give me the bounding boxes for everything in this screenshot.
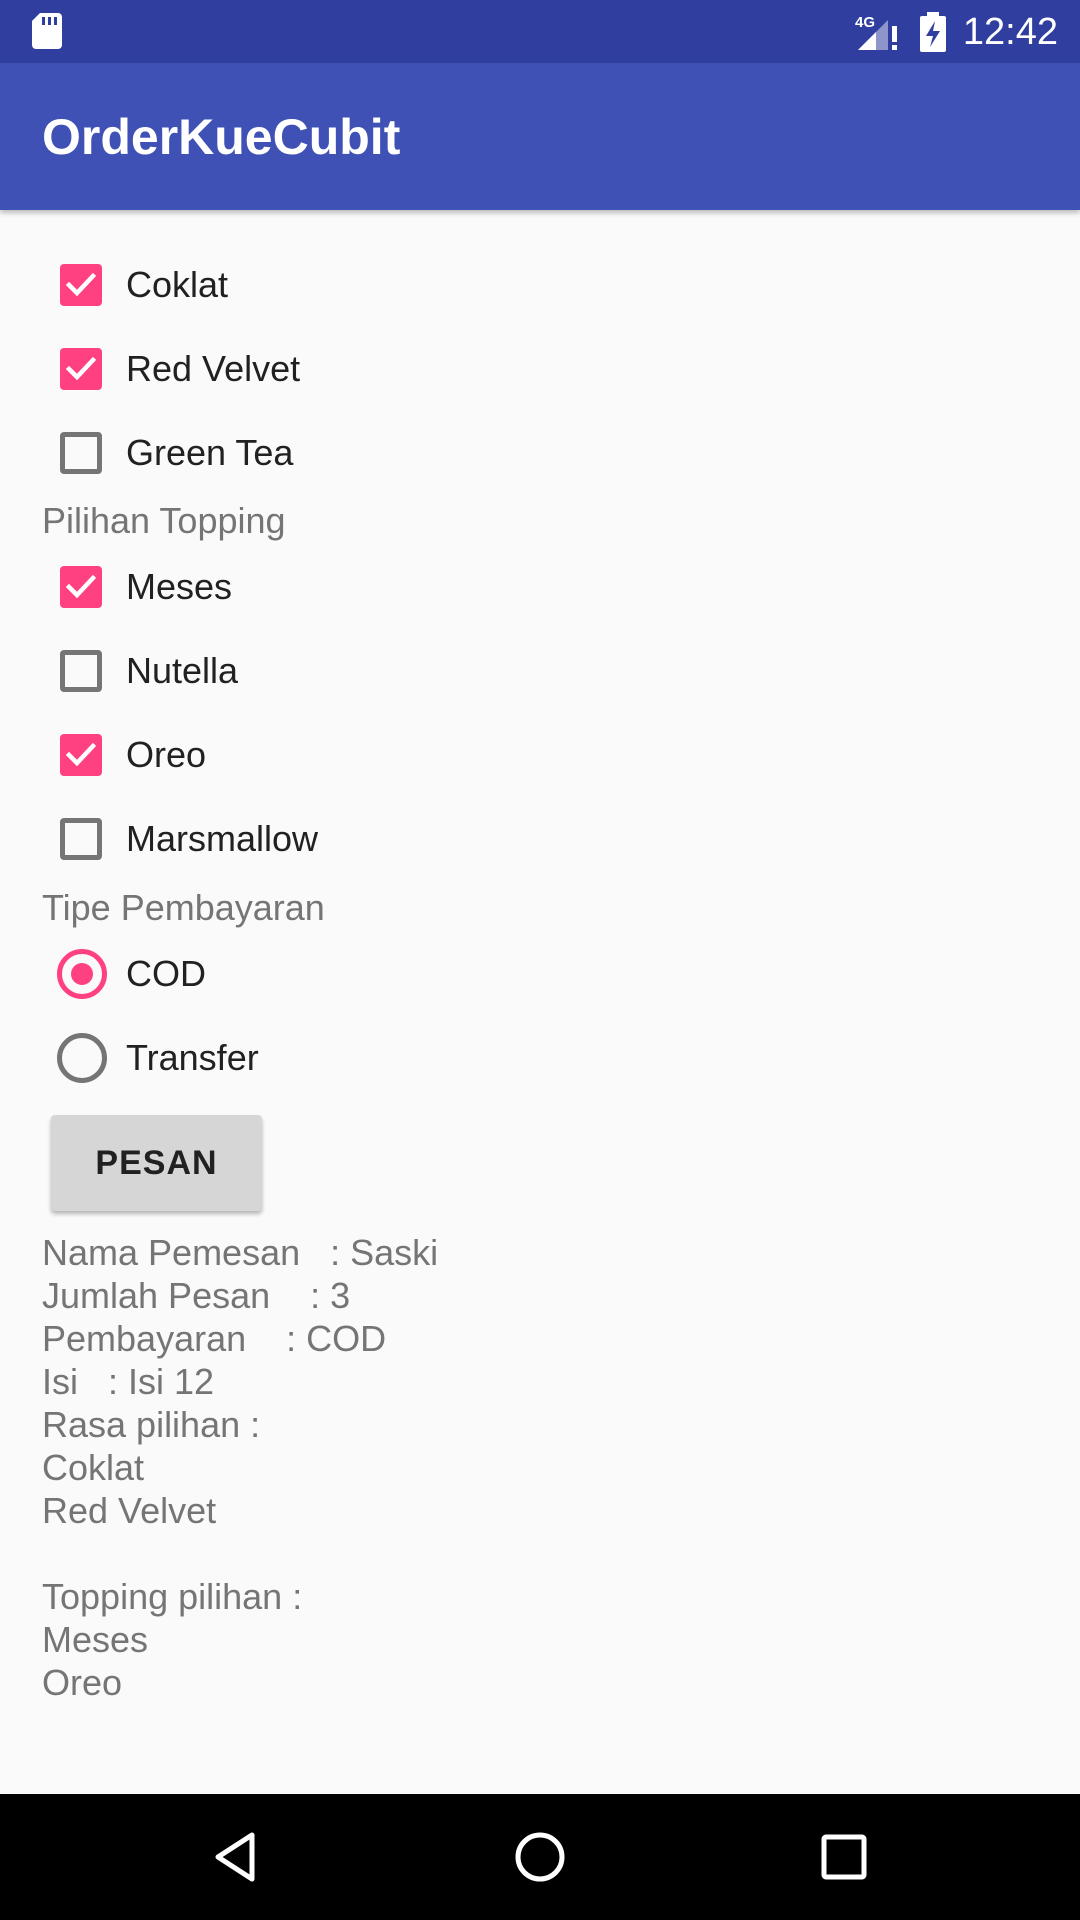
pesan-button[interactable]: PESAN <box>51 1115 262 1211</box>
summary-line: Rasa pilihan : <box>42 1404 261 1445</box>
back-icon[interactable] <box>206 1827 266 1887</box>
payment-label: Transfer <box>126 1037 259 1078</box>
flavor-checkbox-red-velvet[interactable]: Red Velvet <box>42 327 642 411</box>
checkbox-unchecked-icon <box>60 818 102 860</box>
summary-line: Pembayaran : COD <box>42 1318 387 1359</box>
topping-checkbox-marsmallow[interactable]: Marsmallow <box>42 797 642 881</box>
topping-label: Oreo <box>126 734 207 775</box>
flavor-label: Red Velvet <box>126 348 301 389</box>
topping-checkbox-oreo[interactable]: Oreo <box>42 713 642 797</box>
payment-section-label: Tipe Pembayaran <box>42 887 325 928</box>
summary-line: Nama Pemesan : Saski <box>42 1232 439 1273</box>
summary-line <box>42 1532 942 1575</box>
summary-line: Jumlah Pesan : 3 <box>42 1275 351 1316</box>
network-type-label: 4G <box>855 14 875 31</box>
flavor-label: Green Tea <box>126 432 294 473</box>
summary-line: Isi : Isi 12 <box>42 1361 215 1402</box>
status-time: 12:42 <box>962 11 1058 53</box>
topping-checkbox-meses[interactable]: Meses <box>42 545 642 629</box>
checkbox-unchecked-icon <box>60 650 102 692</box>
topping-section-label: Pilihan Topping <box>42 500 286 541</box>
topping-checkbox-nutella[interactable]: Nutella <box>42 629 642 713</box>
summary-line: Oreo <box>42 1662 123 1703</box>
screen: 4G 12:42 OrderKueCubit Coklat Red Velvet… <box>0 0 1080 1920</box>
summary-line: Coklat <box>42 1447 145 1488</box>
radio-selected-icon <box>57 949 107 999</box>
signal-icon: 4G <box>855 14 897 50</box>
sd-card-icon <box>32 13 62 49</box>
app-title: OrderKueCubit <box>42 109 401 165</box>
flavor-checkbox-green-tea[interactable]: Green Tea <box>42 411 642 495</box>
order-summary: Nama Pemesan : Saski Jumlah Pesan : 3 Pe… <box>42 1231 942 1704</box>
summary-line: Meses <box>42 1619 149 1660</box>
summary-line: Topping pilihan : <box>42 1576 303 1617</box>
payment-radio-transfer[interactable]: Transfer <box>42 1016 642 1100</box>
checkbox-checked-icon <box>60 734 102 776</box>
flavor-checkbox-coklat[interactable]: Coklat <box>42 243 642 327</box>
battery-charging-icon <box>920 12 946 52</box>
checkbox-checked-icon <box>60 566 102 608</box>
status-bar: 4G 12:42 <box>0 0 1080 63</box>
flavor-label: Coklat <box>126 264 229 305</box>
payment-radio-cod[interactable]: COD <box>42 932 642 1016</box>
topping-label: Meses <box>126 566 233 607</box>
app-bar: OrderKueCubit <box>0 63 1080 210</box>
checkbox-checked-icon <box>60 264 102 306</box>
radio-unselected-icon <box>57 1033 107 1083</box>
checkbox-checked-icon <box>60 348 102 390</box>
payment-label: COD <box>126 953 206 994</box>
checkbox-unchecked-icon <box>60 432 102 474</box>
topping-label: Marsmallow <box>126 818 319 859</box>
topping-label: Nutella <box>126 650 239 691</box>
recents-icon[interactable] <box>814 1827 874 1887</box>
home-icon[interactable] <box>510 1827 570 1887</box>
summary-line: Red Velvet <box>42 1490 217 1531</box>
navigation-bar <box>0 1794 1080 1920</box>
